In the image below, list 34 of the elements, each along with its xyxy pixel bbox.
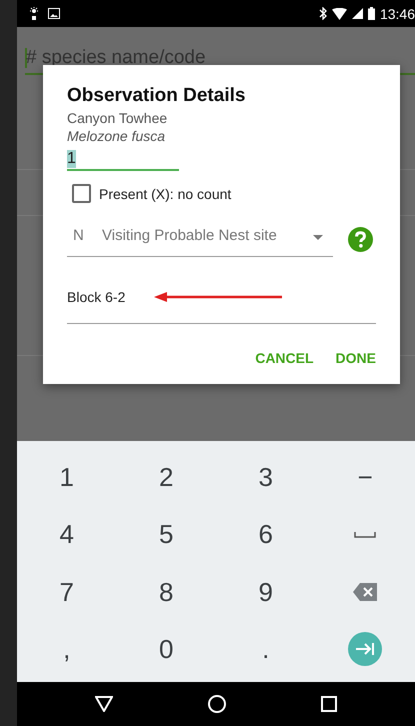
image-icon (48, 8, 60, 19)
home-icon[interactable] (208, 695, 226, 713)
keyboard-key[interactable]: 6 (216, 506, 316, 564)
checkbox[interactable] (72, 184, 91, 203)
common-name: Canyon Towhee (67, 110, 168, 126)
keyboard-key[interactable]: , (17, 620, 116, 678)
keyboard-key[interactable]: 2 (116, 449, 216, 506)
back-icon[interactable] (94, 696, 113, 712)
keyboard-key[interactable]: 5 (116, 506, 216, 564)
dialog-title: Observation Details (67, 85, 246, 107)
keyboard-key[interactable]: 0 (116, 620, 216, 678)
keyboard-key[interactable]: 1 (17, 449, 116, 506)
bluetooth-icon (318, 7, 327, 20)
keyboard-key[interactable]: 7 (17, 564, 116, 621)
backspace-icon (353, 583, 378, 602)
keyboard-key[interactable]: . (216, 620, 316, 678)
dropdown-arrow-icon (313, 235, 323, 240)
space-icon (354, 532, 376, 538)
recents-icon[interactable] (321, 696, 338, 712)
battery-icon (368, 7, 375, 20)
status-time: 13:46 (380, 6, 415, 22)
help-icon[interactable] (348, 226, 373, 252)
breeding-code-dropdown[interactable]: N Visiting Probable Nest site (67, 221, 333, 257)
scientific-name: Melozone fusca (67, 128, 166, 144)
signal-icon (352, 8, 363, 19)
checkbox-label: Present (X): no count (99, 186, 232, 202)
keyboard-key[interactable]: 3 (216, 449, 316, 506)
keyboard-key[interactable]: 4 (17, 506, 116, 564)
keyboard-key[interactable]: − (316, 449, 415, 506)
keyboard-key[interactable]: 8 (116, 564, 216, 621)
brightness-icon (29, 6, 39, 20)
keyboard-key[interactable]: 9 (216, 564, 316, 621)
wifi-icon (332, 8, 347, 20)
count-field[interactable]: 1 (67, 149, 179, 171)
